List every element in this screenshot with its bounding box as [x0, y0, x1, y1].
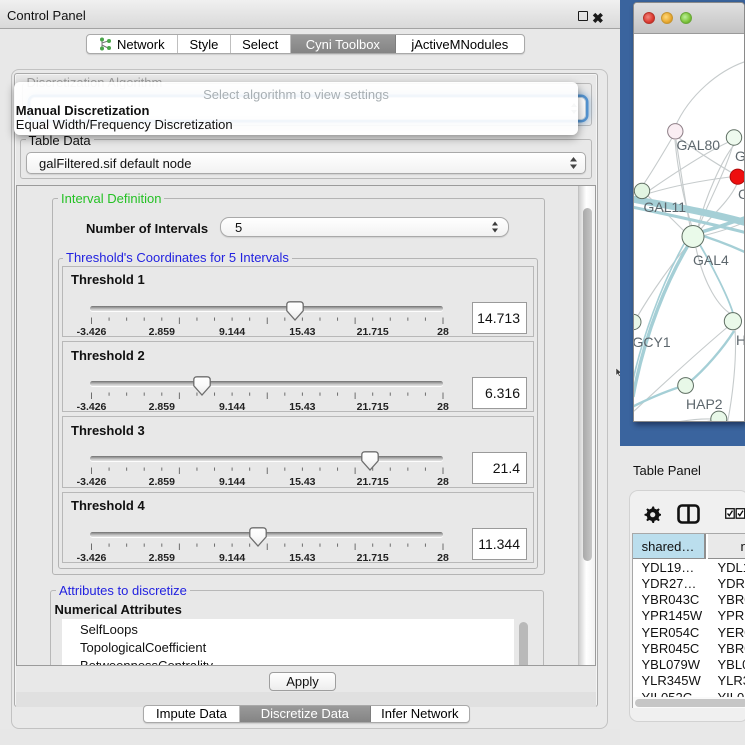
svg-text:GA: GA [735, 148, 744, 164]
svg-text:H: H [736, 332, 744, 348]
svg-text:HAP2: HAP2 [686, 396, 723, 412]
svg-text:GCY1: GCY1 [634, 334, 671, 350]
svg-text:GAL4: GAL4 [693, 252, 729, 268]
svg-text:GAL11: GAL11 [644, 199, 687, 215]
svg-text:C: C [738, 186, 744, 202]
svg-text:GAL80: GAL80 [677, 137, 721, 153]
